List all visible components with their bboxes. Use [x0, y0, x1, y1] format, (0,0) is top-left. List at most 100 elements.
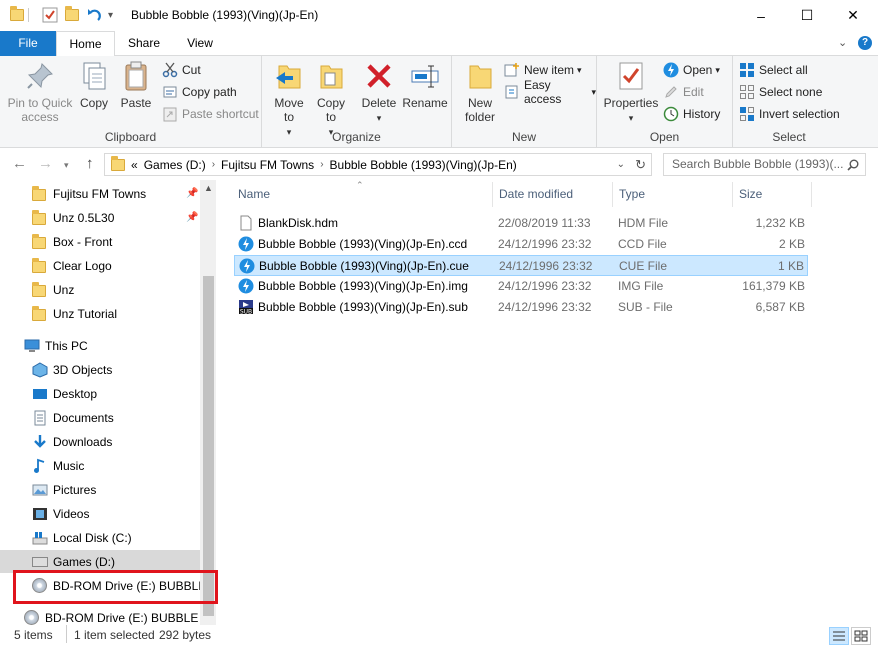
breadcrumb-games-d[interactable]: Games (D:) [144, 158, 206, 172]
tab-home[interactable]: Home [56, 31, 115, 57]
delete-button[interactable]: Delete ▾ [360, 60, 398, 125]
nav-item-3d-objects[interactable]: 3D Objects [32, 359, 112, 381]
select-none-button[interactable]: Select none [739, 83, 822, 101]
breadcrumb-chevron-icon[interactable]: › [320, 159, 323, 170]
back-arrow-icon[interactable]: ← [12, 155, 27, 172]
rename-button[interactable]: Rename [402, 60, 448, 110]
pin-icon[interactable]: 📌 [186, 212, 198, 223]
up-arrow-icon[interactable]: ↑ [86, 155, 94, 172]
collapse-ribbon-chevron-icon[interactable]: ⌄ [838, 36, 847, 49]
tab-share[interactable]: Share [116, 31, 172, 56]
help-icon[interactable]: ? [858, 36, 872, 50]
nav-item-bd-rom-drive-root[interactable]: BD-ROM Drive (E:) BUBBLE B [24, 607, 210, 625]
svg-text:SUB: SUB [240, 309, 252, 316]
file-row[interactable]: Bubble Bobble (1993)(Ving)(Jp-En).ccd 24/… [234, 234, 808, 255]
pin-to-quick-access-label: Pin to Quick access [7, 96, 73, 124]
minimize-button[interactable]: – [738, 0, 784, 31]
nav-item-local-disk-c[interactable]: Local Disk (C:) [32, 527, 132, 549]
open-button[interactable]: Open ▾ [663, 61, 720, 79]
file-date-modified: 24/12/1996 23:32 [499, 259, 593, 273]
column-header-name[interactable]: Name [232, 182, 493, 207]
breadcrumb-overflow[interactable]: « [131, 158, 138, 172]
folder-icon[interactable] [10, 6, 24, 24]
nav-item-unz-0-5l30[interactable]: Unz 0.5L30 [32, 207, 114, 229]
rename-icon [409, 60, 441, 92]
properties-button[interactable]: Properties ▾ [603, 60, 659, 125]
tab-file[interactable]: File [0, 31, 56, 56]
cut-button[interactable]: Cut [162, 61, 201, 79]
column-header-type[interactable]: Type [613, 182, 733, 207]
column-header-date-modified[interactable]: Date modified [493, 182, 613, 207]
select-all-button[interactable]: Select all [739, 61, 808, 79]
organize-group-label: Organize [332, 130, 381, 144]
large-icons-view-button[interactable] [851, 627, 871, 645]
address-dropdown-chevron-icon[interactable]: ⌄ [617, 159, 625, 170]
column-header-size[interactable]: Size [733, 182, 812, 207]
move-to-button[interactable]: Move to ▾ [270, 60, 308, 139]
nav-item-downloads[interactable]: Downloads [32, 431, 112, 453]
pin-icon[interactable]: 📌 [186, 188, 198, 199]
nav-item-desktop[interactable]: Desktop [32, 383, 97, 405]
properties-check-icon [615, 60, 647, 92]
scroll-up-chevron-icon[interactable]: ▲ [204, 183, 213, 193]
breadcrumb-fujitsu-fm-towns[interactable]: Fujitsu FM Towns [221, 158, 314, 172]
nav-item-label: Clear Logo [53, 259, 112, 273]
easy-access-icon [504, 84, 520, 100]
paste-shortcut-button[interactable]: Paste shortcut [162, 105, 259, 123]
copy-path-button[interactable]: Copy path [162, 83, 237, 101]
breadcrumb-chevron-icon[interactable]: › [212, 159, 215, 170]
search-input[interactable]: Search Bubble Bobble (1993)(... [663, 153, 866, 176]
file-type: SUB - File [618, 300, 673, 314]
properties-check-icon[interactable] [42, 6, 58, 24]
invert-selection-button[interactable]: Invert selection [739, 105, 840, 123]
file-row[interactable]: Bubble Bobble (1993)(Ving)(Jp-En).cue 24/… [234, 255, 808, 276]
address-bar[interactable]: « Games (D:) › Fujitsu FM Towns › Bubble… [104, 153, 652, 176]
breadcrumb-bubble-bobble[interactable]: Bubble Bobble (1993)(Ving)(Jp-En) [330, 158, 517, 172]
file-type: CCD File [618, 237, 667, 251]
file-row[interactable]: Bubble Bobble (1993)(Ving)(Jp-En).img 24/… [234, 276, 808, 297]
nav-item-box-front[interactable]: Box - Front [32, 231, 112, 253]
copy-icon [78, 60, 110, 92]
maximize-button[interactable]: ☐ [784, 0, 830, 31]
recent-locations-chevron-icon[interactable]: ▾ [64, 160, 69, 171]
close-button[interactable]: ✕ [830, 0, 876, 31]
file-name: Bubble Bobble (1993)(Ving)(Jp-En).cue [259, 259, 469, 273]
forward-arrow-icon[interactable]: → [38, 155, 53, 172]
address-row: ← → ▾ ↑ « Games (D:) › Fujitsu FM Towns … [0, 148, 878, 180]
new-folder-icon[interactable] [65, 6, 79, 24]
nav-item-label: BD-ROM Drive (E:) BUBBLE B [45, 611, 210, 625]
nav-scrollbar-thumb[interactable] [203, 276, 214, 616]
nav-item-unz[interactable]: Unz [32, 279, 74, 301]
copy-button[interactable]: Copy [76, 60, 112, 110]
customize-toolbar-chevron-icon[interactable]: ▾ [108, 6, 113, 24]
nav-item-this-pc[interactable]: This PC [24, 335, 88, 357]
undo-icon[interactable] [86, 6, 102, 24]
pin-to-quick-access-button[interactable]: Pin to Quick access [4, 60, 76, 124]
daemon-tools-icon [238, 236, 254, 252]
paste-label: Paste [120, 96, 152, 110]
nav-item-clear-logo[interactable]: Clear Logo [32, 255, 112, 277]
refresh-icon[interactable]: ↻ [635, 157, 646, 173]
file-row[interactable]: SUB Bubble Bobble (1993)(Ving)(Jp-En).sub… [234, 297, 808, 318]
tab-view[interactable]: View [172, 31, 228, 56]
nav-item-videos[interactable]: Videos [32, 503, 89, 525]
copy-to-folder-icon [315, 60, 347, 92]
new-folder-label: New folder [464, 96, 496, 124]
copy-to-button[interactable]: Copy to ▾ [312, 60, 350, 139]
clipboard-group: Pin to Quick access Copy Paste Cut Copy … [0, 56, 262, 148]
history-button[interactable]: History [663, 105, 720, 123]
nav-item-documents[interactable]: Documents [32, 407, 114, 429]
nav-item-music[interactable]: Music [32, 455, 84, 477]
new-folder-button[interactable]: New folder [458, 60, 502, 124]
new-item-button[interactable]: New item ▾ [504, 61, 582, 79]
copy-label: Copy [79, 96, 108, 110]
easy-access-button[interactable]: Easy access ▾ [504, 78, 596, 106]
paste-button[interactable]: Paste [116, 60, 156, 110]
nav-item-label: Unz Tutorial [53, 307, 118, 321]
nav-item-unz-tutorial[interactable]: Unz Tutorial [32, 303, 117, 325]
nav-item-fujitsu-fm-towns[interactable]: Fujitsu FM Towns [32, 183, 146, 205]
nav-item-pictures[interactable]: Pictures [32, 479, 96, 501]
details-view-button[interactable] [829, 627, 849, 645]
file-row[interactable]: BlankDisk.hdm 22/08/2019 11:33 HDM File 1,2… [234, 213, 808, 234]
edit-button[interactable]: Edit [663, 83, 704, 101]
